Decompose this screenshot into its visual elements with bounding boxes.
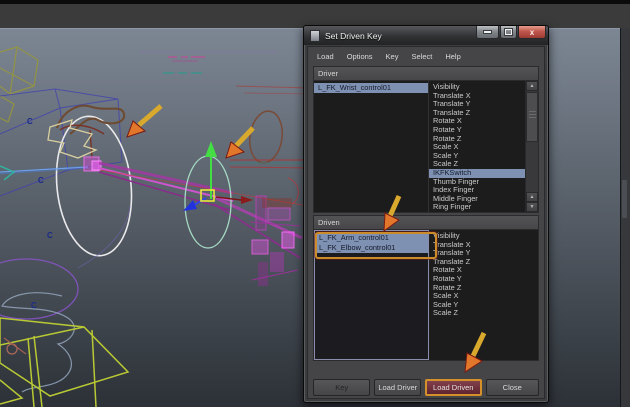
maximize-icon <box>505 29 512 35</box>
minimize-button[interactable] <box>476 26 499 39</box>
driver-section-label: Driver <box>318 69 338 78</box>
close-dialog-button[interactable]: Close <box>486 379 540 396</box>
c-label: C <box>27 117 33 126</box>
scroll-down-icon[interactable]: ▼ <box>526 202 538 212</box>
close-icon: x <box>530 28 534 37</box>
menu-item[interactable]: Help <box>445 52 460 61</box>
close-button[interactable]: x <box>518 26 546 39</box>
window-title: Set Driven Key <box>325 31 476 41</box>
driver-object-list[interactable]: L_FK_Wrist_control01 <box>314 81 429 212</box>
window-titlebar[interactable]: Set Driven Key x <box>304 26 548 45</box>
scrollbar-grip <box>529 111 536 120</box>
menubar: Load Options Key Select Help <box>313 47 539 64</box>
driven-attribute-item[interactable]: Scale Z <box>429 309 538 318</box>
driver-object-item[interactable]: L_FK_Wrist_control01 <box>314 83 428 93</box>
set-driven-key-window[interactable]: Set Driven Key x Load Options Key Select Hel… <box>303 25 549 403</box>
driver-section-header: Driver <box>313 66 539 81</box>
driven-attribute-list[interactable]: VisibilityTranslate XTranslate YTranslat… <box>429 230 538 360</box>
c-label: C <box>38 176 44 185</box>
menu-item[interactable]: Key <box>386 52 399 61</box>
load-driver-button[interactable]: Load Driver <box>374 379 421 396</box>
dialog-body: Load Options Key Select Help Driver L_FK_Wri… <box>307 46 545 399</box>
driver-list-scrollbar[interactable]: ▲ ▲ ▼ <box>525 81 538 212</box>
driver-attribute-list[interactable]: VisibilityTranslate XTranslate YTranslat… <box>429 81 525 212</box>
driven-section-header: Driven <box>313 215 539 230</box>
maximize-button[interactable] <box>500 26 517 39</box>
scroll-up-icon-bottom[interactable]: ▲ <box>526 192 538 202</box>
menu-item[interactable]: Load <box>317 52 334 61</box>
driven-panel: L_FK_Arm_control01L_FK_Elbow_control01 V… <box>313 230 539 361</box>
shoulder-joint[interactable] <box>84 157 101 171</box>
right-strip-slider[interactable] <box>622 180 627 218</box>
menu-item[interactable]: Select <box>411 52 432 61</box>
scrollbar-track[interactable] <box>526 91 538 192</box>
driver-panel: L_FK_Wrist_control01 VisibilityTranslate… <box>313 81 539 213</box>
driven-section-label: Driven <box>318 218 340 227</box>
scroll-up-icon[interactable]: ▲ <box>526 81 538 91</box>
driven-objects-annotation-ring <box>315 232 437 259</box>
window-icon <box>310 30 320 42</box>
scrollbar-thumb[interactable] <box>526 92 538 142</box>
load-driven-button[interactable]: Load Driven <box>425 379 481 396</box>
key-button[interactable]: Key <box>313 379 370 396</box>
driver-attribute-item[interactable]: Ring Finger <box>429 203 525 212</box>
menu-item[interactable]: Options <box>347 52 373 61</box>
c-label: C <box>47 231 53 240</box>
minimize-icon <box>483 30 492 34</box>
top-panel-strip <box>0 0 630 28</box>
dialog-button-row: Key Load Driver Load Driven Close <box>313 379 539 396</box>
right-panel-strip[interactable] <box>620 28 630 407</box>
